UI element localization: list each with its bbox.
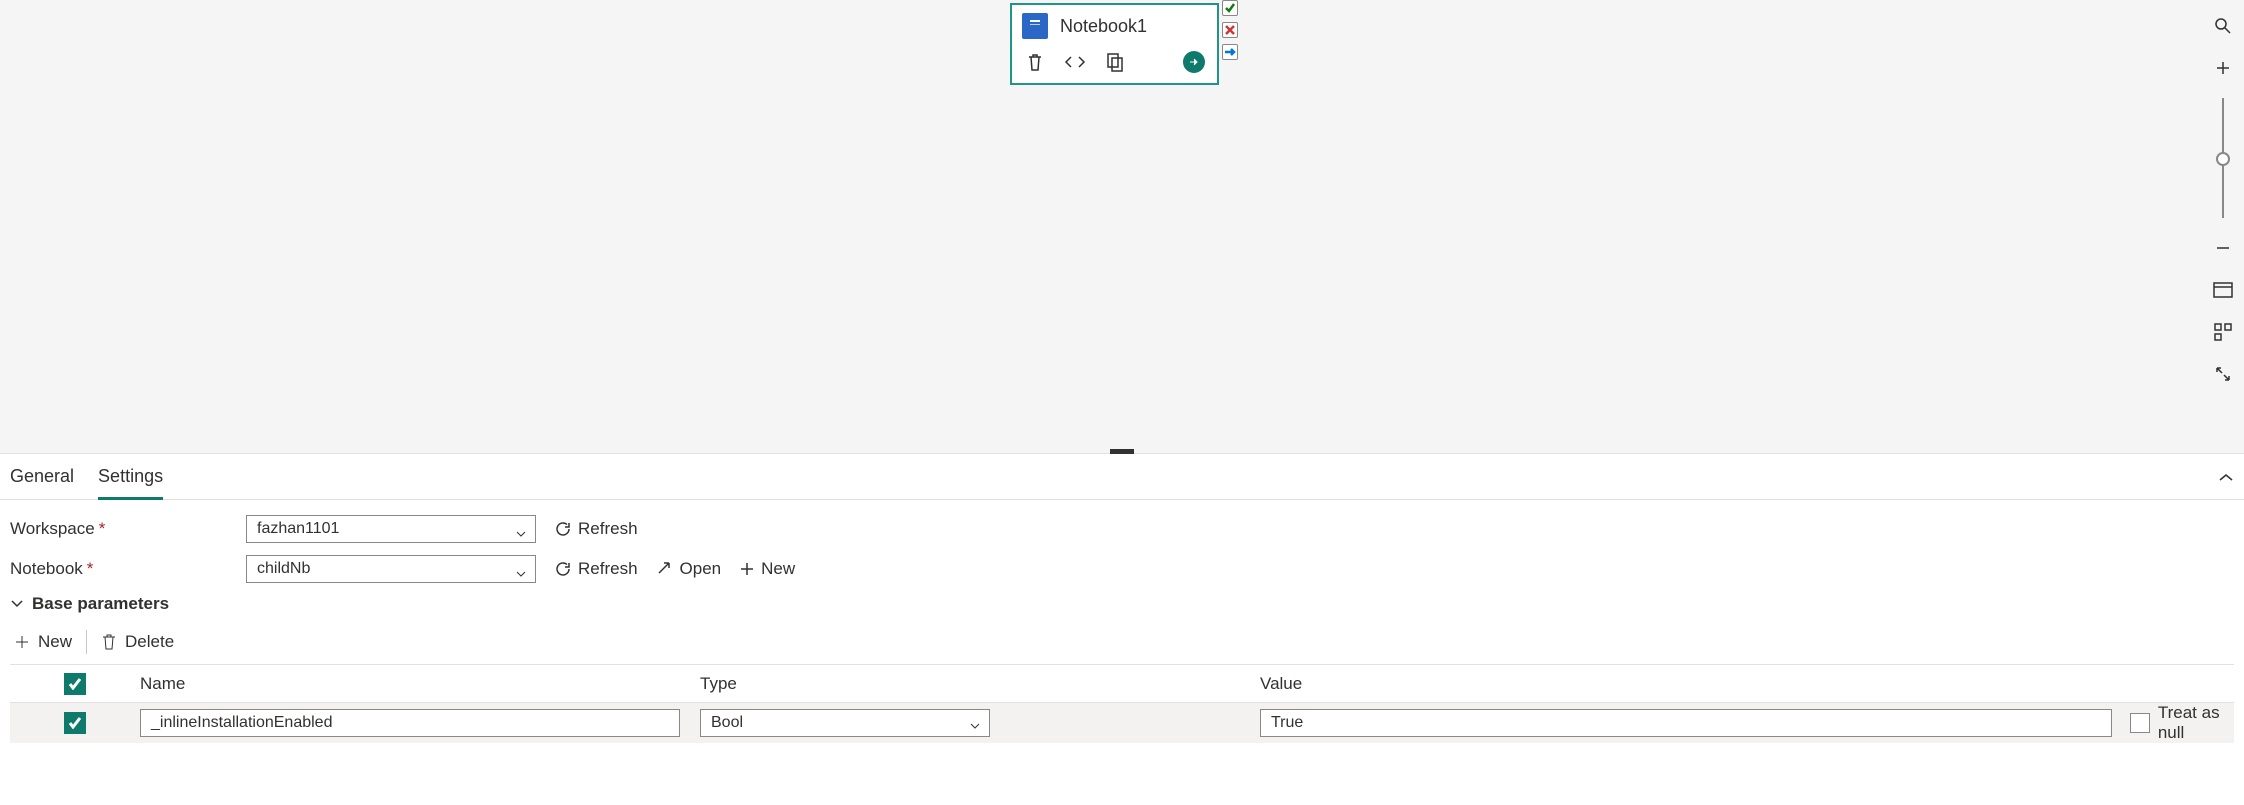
open-notebook-button[interactable]: Open (656, 559, 722, 579)
param-row: _inlineInstallationEnabled Bool True Tre… (10, 703, 2234, 743)
search-canvas-button[interactable] (2205, 8, 2241, 44)
collapse-rail-button[interactable] (2205, 356, 2241, 392)
pipeline-canvas[interactable]: Notebook1 (0, 0, 2244, 454)
zoom-slider-handle[interactable] (2216, 152, 2230, 166)
new-param-button[interactable]: New (14, 632, 72, 652)
code-view-button[interactable] (1064, 51, 1086, 73)
param-value-input[interactable]: True (1260, 709, 2112, 737)
run-activity-button[interactable] (1183, 51, 1205, 73)
collapse-panel-button[interactable] (2218, 468, 2234, 489)
notebook-icon (1022, 13, 1048, 39)
col-type-header: Type (700, 674, 1260, 694)
chevron-down-icon (969, 718, 981, 736)
row-checkbox[interactable] (64, 712, 86, 734)
chevron-down-icon (515, 563, 527, 584)
workspace-label: Workspace* (10, 519, 246, 539)
base-parameters-title: Base parameters (32, 594, 169, 614)
notebook-label: Notebook* (10, 559, 246, 579)
status-success-icon[interactable] (1222, 0, 1238, 16)
status-skip-icon[interactable] (1222, 44, 1238, 60)
col-value-header: Value (1260, 674, 2130, 694)
param-name-input[interactable]: _inlineInstallationEnabled (140, 709, 680, 737)
new-notebook-button[interactable]: New (739, 559, 795, 579)
tab-settings[interactable]: Settings (98, 454, 163, 500)
delete-param-button[interactable]: Delete (101, 632, 174, 652)
param-type-select[interactable]: Bool (700, 709, 990, 737)
select-all-checkbox[interactable] (64, 673, 86, 695)
notebook-select[interactable]: childNb (246, 555, 536, 583)
copy-activity-button[interactable] (1104, 51, 1126, 73)
notebook-activity-title: Notebook1 (1060, 16, 1147, 37)
properties-tab-strip: General Settings (0, 454, 2244, 500)
zoom-in-button[interactable] (2205, 50, 2241, 86)
refresh-workspace-button[interactable]: Refresh (554, 519, 638, 539)
refresh-notebook-button[interactable]: Refresh (554, 559, 638, 579)
params-grid-header: Name Type Value (10, 665, 2234, 703)
settings-panel: Workspace* fazhan1101 Refresh Notebook* … (0, 500, 2244, 743)
fit-to-screen-button[interactable] (2205, 272, 2241, 308)
treat-as-null-checkbox[interactable] (2130, 713, 2150, 733)
workspace-select[interactable]: fazhan1101 (246, 515, 536, 543)
status-fail-icon[interactable] (1222, 22, 1238, 38)
auto-align-button[interactable] (2205, 314, 2241, 350)
chevron-down-icon (515, 523, 527, 544)
treat-as-null-label: Treat as null (2158, 703, 2244, 743)
zoom-out-button[interactable] (2205, 230, 2241, 266)
col-name-header: Name (140, 674, 700, 694)
activity-status-column (1222, 0, 1240, 60)
delete-activity-button[interactable] (1024, 51, 1046, 73)
tab-general[interactable]: General (10, 454, 74, 500)
toolbar-divider (86, 630, 87, 654)
zoom-slider[interactable] (2222, 98, 2224, 218)
notebook-activity-node[interactable]: Notebook1 (1010, 3, 1219, 85)
base-parameters-section-toggle[interactable]: Base parameters (10, 594, 2234, 614)
